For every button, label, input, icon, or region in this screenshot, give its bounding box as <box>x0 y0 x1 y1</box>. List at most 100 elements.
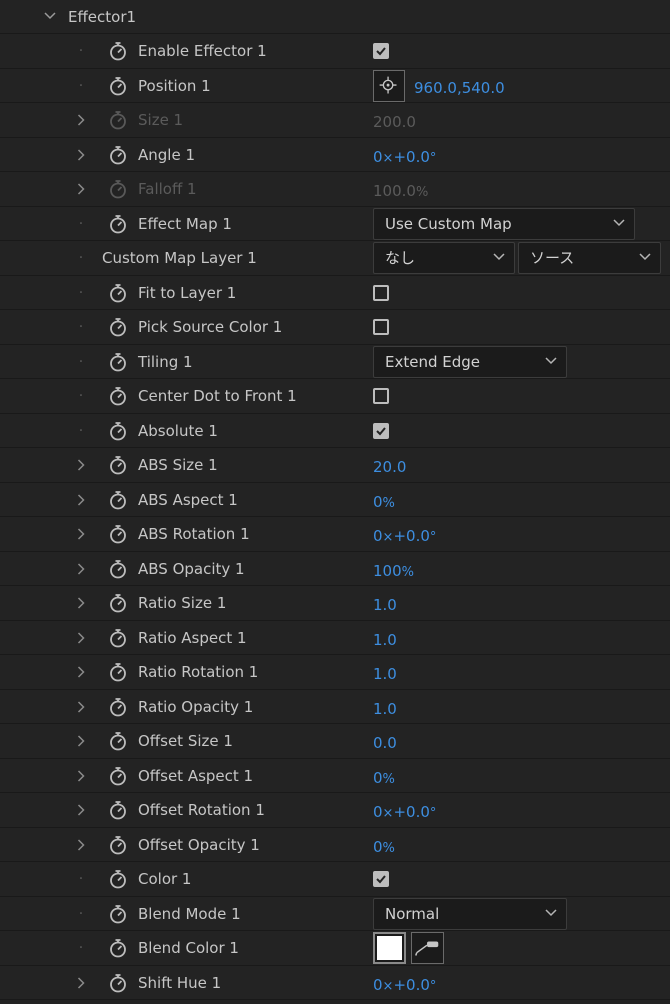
value-text[interactable]: 20.0 <box>373 458 406 476</box>
chevron-right-icon[interactable] <box>74 621 88 655</box>
property-row-effect-map-1: Effect Map 1 Use Custom Map <box>0 207 670 241</box>
value-scrubber[interactable]: 200.0 <box>373 105 416 139</box>
angle-control[interactable]: 0×+0.0° <box>373 968 436 1002</box>
stopwatch-icon[interactable] <box>108 697 128 717</box>
chevron-right-icon[interactable] <box>74 448 88 482</box>
value-text[interactable]: 0 <box>373 769 383 787</box>
value-text[interactable]: 100 <box>373 562 402 580</box>
group-header[interactable]: Effector1 <box>0 0 670 34</box>
value-text[interactable]: 200.0 <box>373 113 416 131</box>
value-text[interactable]: 0 <box>373 838 383 856</box>
stopwatch-icon[interactable] <box>108 41 128 61</box>
checkbox[interactable] <box>373 43 389 59</box>
angle-control[interactable]: 0×+0.0° <box>373 140 436 174</box>
value-text[interactable]: 1.0 <box>373 665 397 683</box>
value-scrubber[interactable]: 0% <box>373 485 395 519</box>
chevron-right-icon[interactable] <box>74 138 88 172</box>
value-scrubber[interactable]: 1.0 <box>373 588 397 622</box>
stopwatch-icon[interactable] <box>108 731 128 751</box>
stopwatch-icon[interactable] <box>108 628 128 648</box>
degrees-value[interactable]: +0.0 <box>393 803 429 821</box>
value-text[interactable]: 0.0 <box>373 734 397 752</box>
property-row-absolute-1: Absolute 1 <box>0 414 670 448</box>
angle-control[interactable]: 0×+0.0° <box>373 519 436 553</box>
revolutions-value[interactable]: 0 <box>373 976 383 994</box>
eyedropper-icon[interactable] <box>411 932 444 964</box>
chevron-right-icon[interactable] <box>74 103 88 137</box>
chevron-right-icon[interactable] <box>74 552 88 586</box>
chevron-right-icon[interactable] <box>74 172 88 206</box>
chevron-right-icon[interactable] <box>74 586 88 620</box>
chevron-right-icon[interactable] <box>74 759 88 793</box>
chevron-right-icon[interactable] <box>74 793 88 827</box>
position-value[interactable]: 960.0,540.0 <box>414 71 505 105</box>
stopwatch-icon[interactable] <box>108 524 128 544</box>
stopwatch-icon[interactable] <box>108 352 128 372</box>
angle-control[interactable]: 0×+0.0° <box>373 795 436 829</box>
value-scrubber[interactable]: 100% <box>373 554 414 588</box>
value-text[interactable]: 1.0 <box>373 631 397 649</box>
stopwatch-icon[interactable] <box>108 490 128 510</box>
value-text[interactable]: 0 <box>373 493 383 511</box>
degrees-value[interactable]: +0.0 <box>393 527 429 545</box>
chevron-right-icon[interactable] <box>74 655 88 689</box>
chevron-right-icon[interactable] <box>74 690 88 724</box>
revolutions-value[interactable]: 0 <box>373 527 383 545</box>
value-scrubber[interactable]: 20.0 <box>373 450 406 484</box>
dropdown-select[interactable]: Extend Edge <box>373 345 567 378</box>
chevron-down-icon[interactable] <box>44 12 56 20</box>
value-scrubber[interactable]: 0.0 <box>373 726 397 760</box>
stopwatch-icon[interactable] <box>108 593 128 613</box>
stopwatch-icon[interactable] <box>108 455 128 475</box>
stopwatch-icon[interactable] <box>108 559 128 579</box>
value-text[interactable]: 1.0 <box>373 700 397 718</box>
stopwatch-icon[interactable] <box>108 283 128 303</box>
stopwatch-icon[interactable] <box>108 904 128 924</box>
chevron-right-icon[interactable] <box>74 517 88 551</box>
stopwatch-icon[interactable] <box>108 421 128 441</box>
layer-select[interactable]: なし <box>373 242 515 274</box>
degrees-value[interactable]: +0.0 <box>393 976 429 994</box>
chevron-right-icon[interactable] <box>74 828 88 862</box>
value-scrubber[interactable]: 1.0 <box>373 657 397 691</box>
stopwatch-icon[interactable] <box>108 179 128 199</box>
color-swatch[interactable] <box>373 932 406 964</box>
value-scrubber[interactable]: 1.0 <box>373 623 397 657</box>
chevron-right-icon[interactable] <box>74 966 88 1000</box>
stopwatch-icon[interactable] <box>108 317 128 337</box>
stopwatch-icon[interactable] <box>108 76 128 96</box>
dropdown-select[interactable]: Normal <box>373 897 567 930</box>
checkbox[interactable] <box>373 422 389 439</box>
crosshair-icon[interactable] <box>373 69 405 102</box>
dropdown-select[interactable]: Use Custom Map <box>373 207 635 240</box>
checkbox[interactable] <box>373 388 389 404</box>
revolutions-value[interactable]: 0 <box>373 803 383 821</box>
stopwatch-icon[interactable] <box>108 938 128 958</box>
stopwatch-icon[interactable] <box>108 800 128 820</box>
stopwatch-icon[interactable] <box>108 869 128 889</box>
checkbox[interactable] <box>373 319 389 335</box>
value-scrubber[interactable]: 1.0 <box>373 692 397 726</box>
chevron-right-icon[interactable] <box>74 724 88 758</box>
stopwatch-icon[interactable] <box>108 214 128 234</box>
stopwatch-icon[interactable] <box>108 386 128 406</box>
checkbox[interactable] <box>373 871 389 887</box>
value-scrubber[interactable]: 0% <box>373 830 395 864</box>
value-scrubber[interactable]: 100.0% <box>373 174 428 208</box>
revolutions-value[interactable]: 0 <box>373 148 383 166</box>
value-scrubber[interactable]: 0% <box>373 761 395 795</box>
stopwatch-icon[interactable] <box>108 662 128 682</box>
degrees-value[interactable]: +0.0 <box>393 148 429 166</box>
stopwatch-icon[interactable] <box>108 145 128 165</box>
property-row-ratio-aspect-1: Ratio Aspect 1 1.0 <box>0 621 670 657</box>
property-row-color-1: Color 1 <box>0 862 670 897</box>
value-text[interactable]: 100.0 <box>373 182 416 200</box>
stopwatch-icon[interactable] <box>108 835 128 855</box>
checkbox[interactable] <box>373 284 389 301</box>
value-text[interactable]: 1.0 <box>373 596 397 614</box>
chevron-right-icon[interactable] <box>74 483 88 517</box>
stopwatch-icon[interactable] <box>108 766 128 786</box>
source-select[interactable]: ソース <box>518 242 661 274</box>
stopwatch-icon[interactable] <box>108 973 128 993</box>
stopwatch-icon[interactable] <box>108 110 128 130</box>
